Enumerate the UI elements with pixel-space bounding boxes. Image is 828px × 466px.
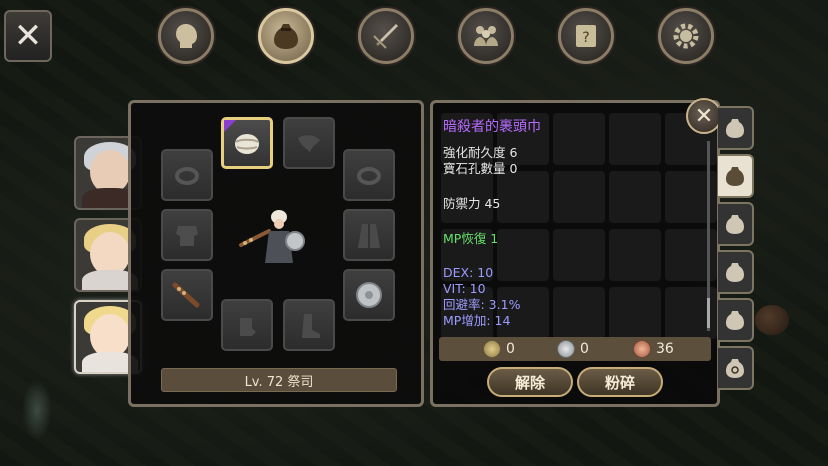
inventory-page-tab-1[interactable] [718, 106, 754, 150]
quest-scroll-icon: ? [576, 25, 596, 47]
inventory-grid-cell [497, 229, 549, 281]
rarity-marker [224, 120, 236, 132]
bag-icon [726, 311, 744, 330]
cape-slot[interactable] [283, 117, 335, 169]
helmet-slot[interactable] [221, 117, 273, 169]
close-icon: ✕ [13, 16, 43, 56]
tab-party[interactable] [458, 8, 514, 64]
bag-icon [274, 24, 298, 49]
robe-slot[interactable] [343, 209, 395, 261]
inventory-grid-cell [609, 113, 661, 165]
inventory-page-tab-2[interactable] [718, 154, 754, 198]
copper-currency: 36 [633, 340, 674, 358]
boots-icon [302, 314, 320, 338]
gear-icon [673, 23, 699, 49]
tab-settings[interactable] [658, 8, 714, 64]
stat-vit: VIT: 10 [443, 281, 486, 296]
currency-bar: 0 0 36 [439, 337, 711, 361]
ring-icon [357, 167, 381, 185]
weapon-slot[interactable] [161, 269, 213, 321]
gloves-icon [240, 318, 256, 336]
cape-icon [298, 135, 320, 152]
copper-coin-icon [633, 340, 651, 358]
close-icon: ✕ [694, 103, 714, 129]
unequip-button[interactable]: 解除 [487, 367, 573, 397]
inventory-grid-cell [609, 287, 661, 339]
inventory-grid-cell [497, 171, 549, 223]
stat-scrollbar-thumb[interactable] [707, 298, 710, 328]
ring-right-slot[interactable] [343, 149, 395, 201]
armor-slot[interactable] [161, 209, 213, 261]
stat-defense: 防禦力 45 [443, 196, 501, 211]
inventory-search-tab[interactable] [718, 346, 754, 390]
inventory-grid-cell [553, 113, 605, 165]
tab-skills[interactable] [358, 8, 414, 64]
gloves-slot[interactable] [221, 299, 273, 351]
equipment-panel: Lv. 72 祭司 [128, 100, 424, 407]
tab-inventory[interactable] [258, 8, 314, 64]
inventory-grid-cell [609, 171, 661, 223]
gold-coin-icon [483, 340, 501, 358]
smash-button[interactable]: 粉碎 [577, 367, 663, 397]
tab-character-info[interactable] [158, 8, 214, 64]
inventory-page-tab-3[interactable] [718, 202, 754, 246]
sword-skill-icon [373, 24, 398, 49]
gold-currency: 0 [483, 340, 515, 358]
bag-search-icon [726, 359, 744, 378]
bag-icon [726, 119, 744, 138]
ring-left-slot[interactable] [161, 149, 213, 201]
silver-currency: 0 [557, 340, 589, 358]
shield-slot[interactable] [343, 269, 395, 321]
bag-icon [726, 215, 744, 234]
svg-text:?: ? [582, 30, 589, 46]
gold-amount: 0 [506, 341, 515, 357]
armor-icon [176, 226, 198, 246]
silver-coin-icon [557, 340, 575, 358]
item-name: 暗殺者的裹頭巾 [443, 119, 541, 135]
head-silhouette-icon [176, 24, 197, 48]
tab-quests[interactable]: ? [558, 8, 614, 64]
silver-amount: 0 [580, 341, 589, 357]
level-class-bar: Lv. 72 祭司 [161, 368, 397, 392]
party-icon [474, 26, 498, 46]
inventory-grid-cell [553, 287, 605, 339]
item-detail-panel: 暗殺者的裹頭巾 強化耐久度 6 寶石孔數量 0 防禦力 45 MP恢復 1 DE… [430, 100, 720, 407]
stat-mp-recovery: MP恢復 1 [443, 231, 499, 246]
club-icon [172, 282, 200, 308]
shield-icon [356, 282, 382, 308]
close-button[interactable]: ✕ [4, 10, 52, 62]
inventory-grid-cell [553, 229, 605, 281]
bag-icon [726, 167, 744, 186]
inventory-grid-cell [553, 171, 605, 223]
character-avatar [239, 210, 305, 263]
stat-dex: DEX: 10 [443, 265, 494, 280]
ring-icon [175, 167, 199, 185]
robe-icon [358, 224, 380, 248]
inventory-page-tab-5[interactable] [718, 298, 754, 342]
boots-slot[interactable] [283, 299, 335, 351]
stat-enhance-durability: 強化耐久度 6 [443, 145, 518, 160]
stat-gem-slots: 寶石孔數量 0 [443, 161, 518, 176]
stat-evasion: 回避率: 3.1% [443, 297, 521, 312]
stat-mp-increase: MP增加: 14 [443, 313, 511, 328]
detail-close-button[interactable]: ✕ [686, 98, 722, 134]
inventory-page-tab-4[interactable] [718, 250, 754, 294]
inventory-grid-cell [609, 229, 661, 281]
bag-icon [726, 263, 744, 282]
copper-amount: 36 [656, 341, 674, 357]
